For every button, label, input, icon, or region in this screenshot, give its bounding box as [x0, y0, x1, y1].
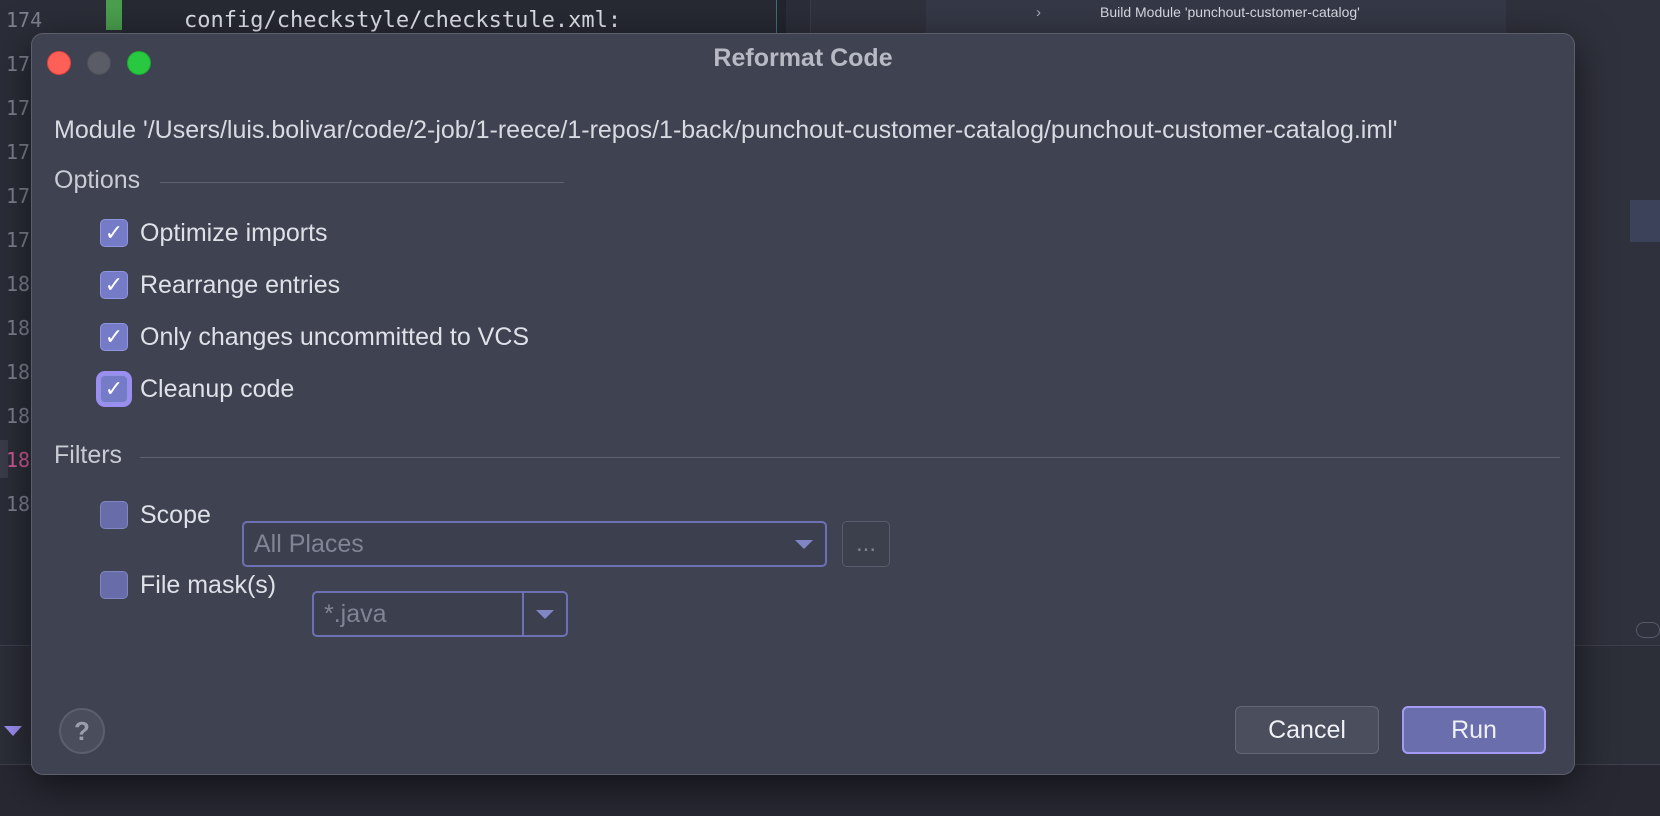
file-mask-value[interactable]: *.java	[314, 600, 522, 629]
module-path: Module '/Users/luis.bolivar/code/2-job/1…	[54, 116, 1398, 144]
scroll-handle[interactable]	[1636, 622, 1660, 638]
file-mask-label: File mask(s)	[140, 570, 277, 599]
scope-label: Scope	[140, 500, 211, 529]
checkbox-scope[interactable]	[100, 501, 128, 529]
option-optimize-imports[interactable]: ✓ Optimize imports	[100, 216, 328, 250]
build-tree-item[interactable]: Build Module 'punchout-customer-catalog'	[1100, 4, 1360, 20]
options-divider	[160, 182, 564, 183]
chevron-down-icon	[795, 539, 813, 549]
filters-section-label: Filters	[54, 441, 123, 469]
vcs-change-marker	[106, 0, 122, 30]
code-text: config/checkstyle/checkstule.xml:	[184, 8, 622, 33]
file-mask-dropdown-button[interactable]	[524, 593, 566, 635]
checkbox-cleanup-code[interactable]: ✓	[100, 375, 128, 403]
scope-value: All Places	[254, 529, 364, 558]
cancel-button[interactable]: Cancel	[1235, 706, 1379, 754]
option-cleanup-code[interactable]: ✓ Cleanup code	[100, 372, 294, 406]
chevron-right-icon[interactable]: ›	[1036, 4, 1041, 21]
help-button[interactable]: ?	[59, 708, 105, 754]
reformat-code-dialog: Reformat Code Module '/Users/luis.boliva…	[31, 33, 1575, 775]
scope-more-button[interactable]: ...	[842, 521, 890, 567]
checkbox-file-mask[interactable]	[100, 571, 128, 599]
filters-divider	[140, 457, 1560, 458]
triangle-down-icon[interactable]	[4, 726, 22, 736]
checkbox-only-vcs-changes[interactable]: ✓	[100, 323, 128, 351]
option-label: Cleanup code	[140, 374, 295, 403]
filter-scope[interactable]: Scope	[100, 498, 211, 532]
option-label: Only changes uncommitted to VCS	[140, 322, 530, 351]
checkbox-rearrange-entries[interactable]: ✓	[100, 271, 128, 299]
option-only-vcs-changes[interactable]: ✓ Only changes uncommitted to VCS	[100, 320, 529, 354]
option-label: Rearrange entries	[140, 270, 341, 299]
scope-dropdown[interactable]: All Places	[242, 521, 827, 567]
scrollbar-thumb[interactable]	[1630, 200, 1660, 242]
run-button[interactable]: Run	[1402, 706, 1546, 754]
line-number: 174	[6, 8, 43, 32]
chevron-down-icon	[536, 609, 554, 619]
option-label: Optimize imports	[140, 218, 328, 247]
options-section-label: Options	[54, 166, 141, 194]
file-mask-combo[interactable]: *.java	[312, 591, 568, 637]
checkbox-optimize-imports[interactable]: ✓	[100, 219, 128, 247]
filter-file-mask[interactable]: File mask(s)	[100, 568, 276, 602]
dialog-title: Reformat Code	[713, 44, 893, 72]
option-rearrange-entries[interactable]: ✓ Rearrange entries	[100, 268, 340, 302]
